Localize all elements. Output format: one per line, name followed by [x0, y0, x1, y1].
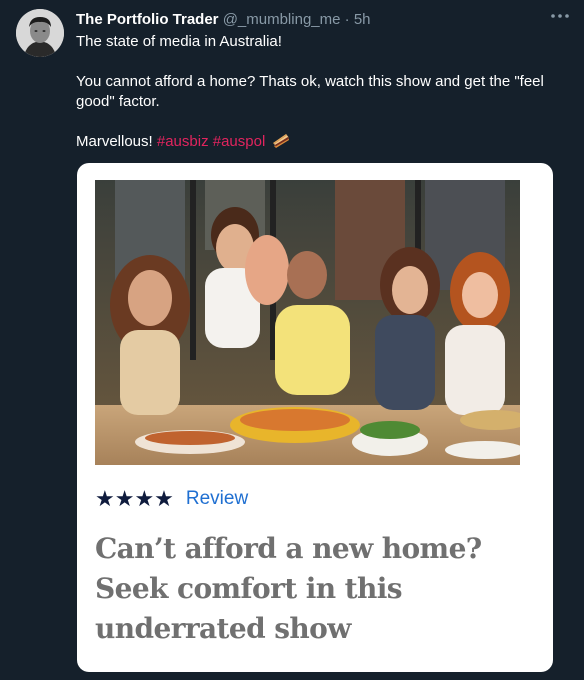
more-horizontal-icon[interactable]: [548, 8, 572, 26]
review-label[interactable]: Review: [186, 488, 248, 510]
avatar[interactable]: [16, 9, 64, 57]
author-handle[interactable]: @_mumbling_me: [223, 11, 341, 28]
tweet-line-3-text: Marvellous!: [76, 133, 153, 150]
link-card[interactable]: ★★★★ Review Can’t afford a new home? See…: [77, 163, 553, 672]
tweet-header: The Portfolio Trader @_mumbling_me · 5h: [76, 10, 544, 30]
tweet-line-3: Marvellous! #ausbiz #auspol: [76, 132, 566, 155]
hashtag-ausbiz[interactable]: #ausbiz: [157, 133, 209, 150]
separator: ·: [344, 11, 350, 28]
timestamp[interactable]: 5h: [354, 11, 371, 28]
tweet-line-1: The state of media in Australia!: [76, 33, 282, 50]
card-image[interactable]: [95, 180, 530, 465]
tweet-line-2: You cannot afford a home? Thats ok, watc…: [76, 73, 544, 110]
author-name[interactable]: The Portfolio Trader: [76, 11, 219, 28]
card-headline[interactable]: Can’t afford a new home? Seek comfort in…: [95, 529, 535, 649]
sandwich-emoji-icon: [272, 133, 290, 155]
rating-row: ★★★★ Review: [95, 486, 248, 512]
tweet-text: The state of media in Australia! You can…: [76, 32, 566, 155]
star-rating: ★★★★: [95, 486, 174, 511]
hashtag-auspol[interactable]: #auspol: [213, 133, 266, 150]
tweet[interactable]: The Portfolio Trader @_mumbling_me · 5h …: [0, 0, 584, 680]
